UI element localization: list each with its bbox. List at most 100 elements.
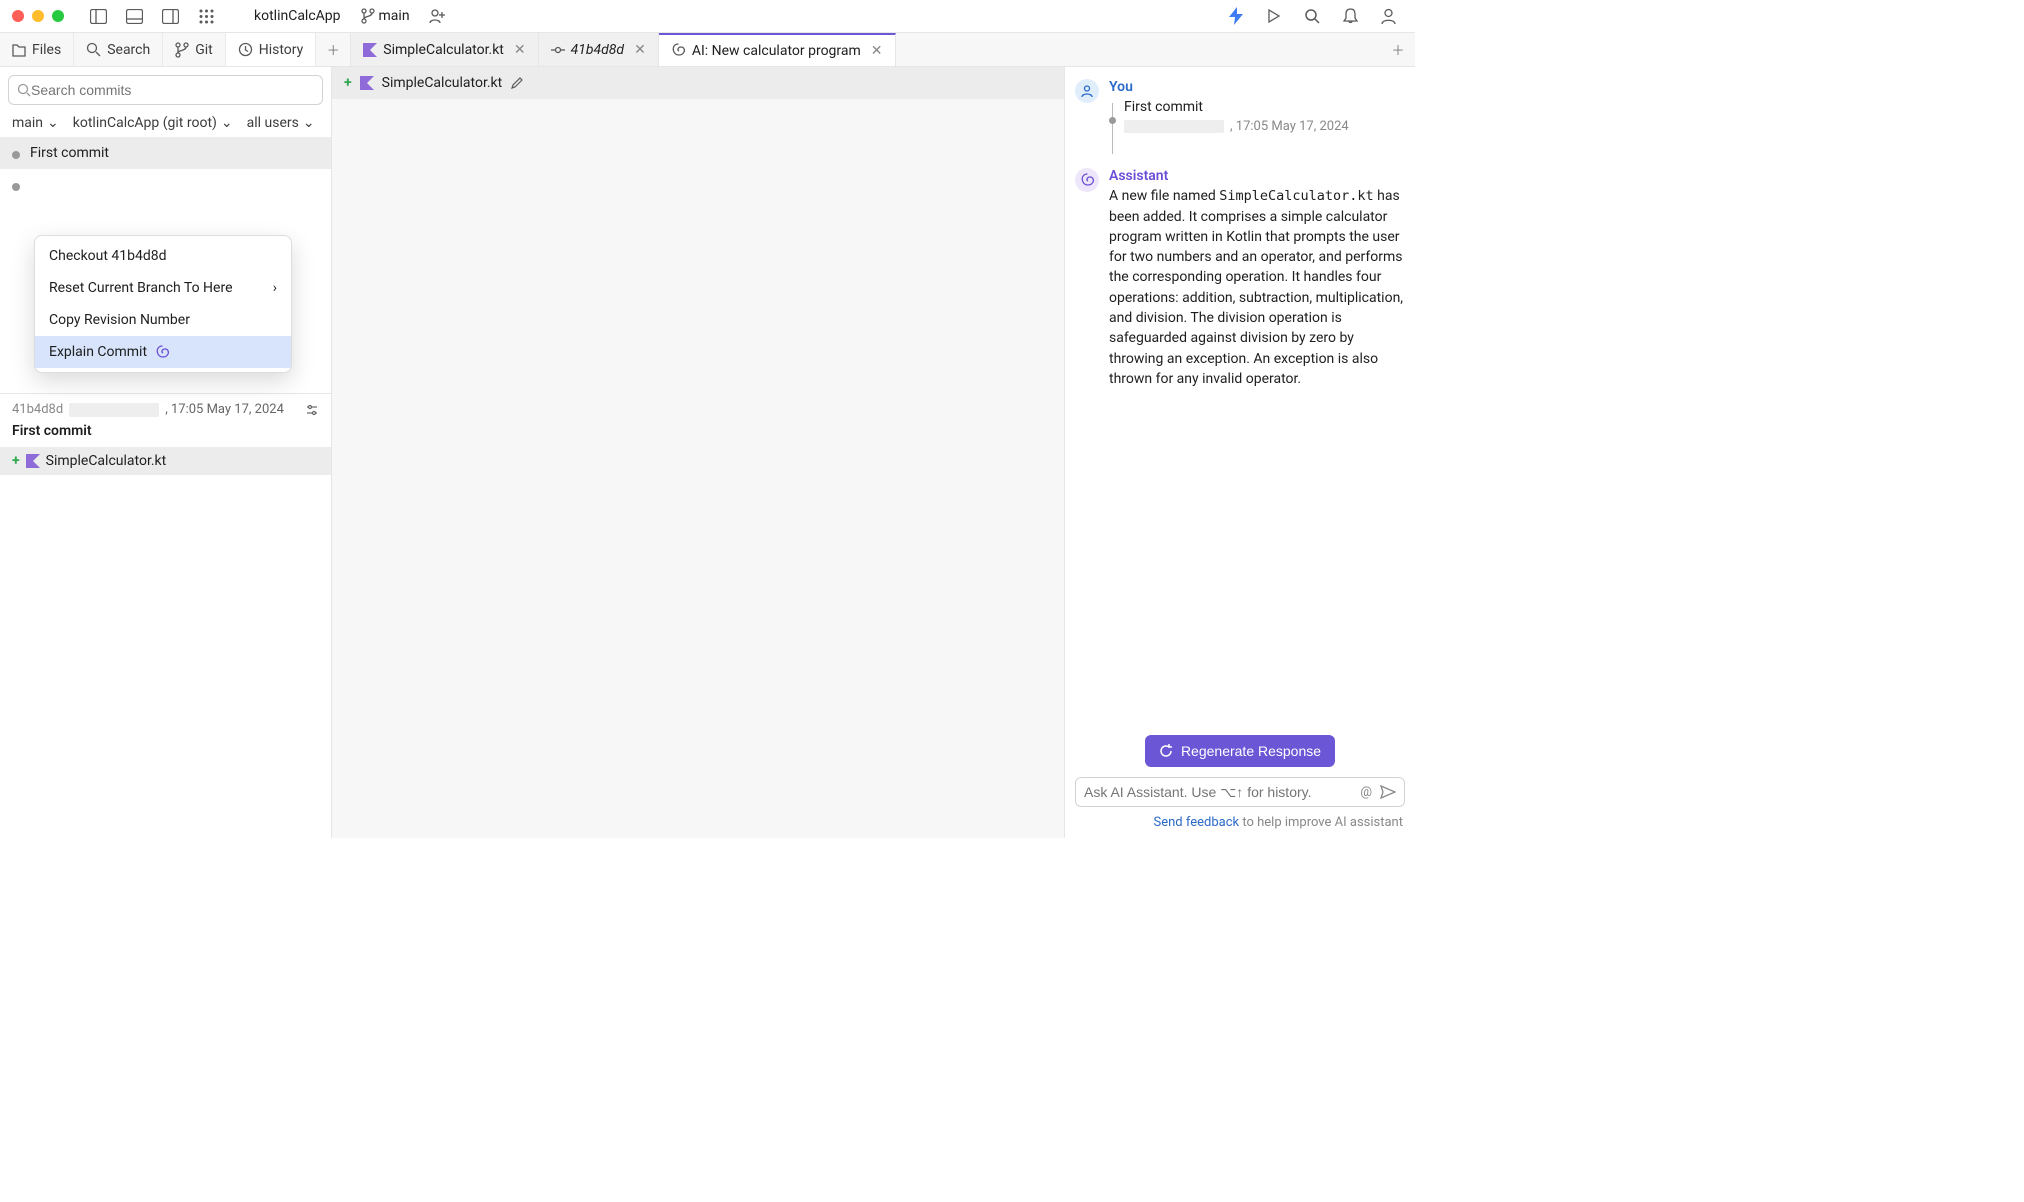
graph-node-icon	[1109, 117, 1116, 124]
editor-tab-file-label: SimpleCalculator.kt	[383, 42, 504, 58]
apps-grid-icon[interactable]	[192, 2, 220, 30]
ai-input-field[interactable]: @	[1075, 777, 1405, 807]
search-everywhere-icon[interactable]	[1297, 2, 1327, 30]
added-icon: +	[344, 75, 352, 91]
close-icon[interactable]: ✕	[510, 42, 526, 58]
ai-input[interactable]	[1084, 784, 1352, 800]
branch-selector[interactable]: main	[355, 8, 416, 24]
root-filter[interactable]: kotlinCalcApp (git root) ⌄	[73, 115, 233, 131]
menu-checkout[interactable]: Checkout 41b4d8d	[35, 240, 291, 272]
chat-message-assistant: Assistant A new file named SimpleCalcula…	[1075, 168, 1405, 389]
ai-swirl-icon	[671, 43, 686, 58]
menu-copy-label: Copy Revision Number	[49, 312, 190, 328]
menu-explain-label: Explain Commit	[49, 344, 147, 360]
window-minimize[interactable]	[32, 10, 44, 22]
search-icon	[17, 83, 31, 97]
commit-message: First commit	[30, 145, 109, 161]
editor-tab-commit[interactable]: 41b4d8d ✕	[539, 33, 659, 66]
tab-files[interactable]: Files	[0, 33, 74, 66]
history-icon	[238, 42, 253, 57]
user-avatar-icon	[1075, 79, 1099, 103]
ai-swirl-icon	[155, 345, 170, 360]
tab-git[interactable]: Git	[163, 33, 226, 66]
commit-list: First commit	[0, 137, 331, 201]
tab-git-label: Git	[195, 42, 213, 58]
author-redacted	[1124, 120, 1224, 133]
send-icon[interactable]	[1380, 785, 1396, 799]
titlebar: kotlinCalcApp main	[0, 0, 1415, 33]
changed-file-row[interactable]: + SimpleCalculator.kt	[0, 447, 331, 475]
search-commits-input[interactable]	[31, 82, 314, 98]
regenerate-label: Regenerate Response	[1181, 743, 1321, 759]
regenerate-button[interactable]: Regenerate Response	[1145, 735, 1335, 767]
tool-window-tabs: Files Search Git History ＋	[0, 33, 351, 66]
graph-node-icon	[12, 151, 20, 159]
kotlin-file-icon	[360, 76, 374, 90]
main-area: main ⌄ kotlinCalcApp (git root) ⌄ all us…	[0, 67, 1415, 838]
editor-tab-ai[interactable]: AI: New calculator program ✕	[659, 33, 896, 66]
you-commit-title: First commit	[1124, 99, 1349, 115]
editor-tab-commit-label: 41b4d8d	[571, 42, 624, 58]
editor-tab-file[interactable]: SimpleCalculator.kt ✕	[351, 33, 538, 66]
traffic-lights	[12, 10, 64, 22]
mention-icon[interactable]: @	[1360, 785, 1372, 800]
commit-details: 41b4d8d , 17:05 May 17, 2024 First commi…	[0, 393, 331, 483]
folder-icon	[12, 42, 26, 58]
window-close[interactable]	[12, 10, 24, 22]
branch-filter[interactable]: main ⌄	[12, 115, 59, 131]
diff-file-header: + SimpleCalculator.kt	[332, 67, 1064, 99]
chat-author-you: You	[1109, 79, 1405, 95]
branch-filter-label: main	[12, 115, 43, 131]
git-branch-icon	[175, 42, 189, 58]
commit-hash: 41b4d8d	[12, 402, 63, 417]
notifications-icon[interactable]	[1335, 2, 1365, 30]
tabs-row: Files Search Git History ＋ SimpleCalcula…	[0, 33, 1415, 67]
add-editor-tab[interactable]: ＋	[1381, 33, 1415, 66]
menu-explain-commit[interactable]: Explain Commit	[35, 336, 291, 368]
add-tool-tab[interactable]: ＋	[316, 33, 350, 66]
menu-copy-revision[interactable]: Copy Revision Number	[35, 304, 291, 336]
menu-reset-label: Reset Current Branch To Here	[49, 280, 233, 296]
ai-bolt-icon[interactable]	[1221, 2, 1251, 30]
search-commits-field[interactable]	[8, 75, 323, 105]
chevron-down-icon: ⌄	[221, 115, 233, 131]
bottom-panel-toggle-icon[interactable]	[120, 2, 148, 30]
commit-row[interactable]: First commit	[0, 137, 331, 169]
ai-assistant-panel: You First commit , 17:05 May 17, 2024	[1065, 67, 1415, 838]
tab-history-label: History	[259, 42, 304, 58]
ai-chat: You First commit , 17:05 May 17, 2024	[1065, 75, 1415, 729]
right-panel-toggle-icon[interactable]	[156, 2, 184, 30]
commit-timestamp: , 17:05 May 17, 2024	[165, 402, 284, 417]
project-name[interactable]: kotlinCalcApp	[248, 8, 347, 24]
commit-row[interactable]	[0, 169, 331, 201]
diff-panel: + SimpleCalculator.kt	[332, 67, 1065, 838]
tab-search[interactable]: Search	[74, 33, 163, 66]
settings-icon[interactable]	[305, 403, 319, 417]
feedback-text: to help improve AI assistant	[1239, 815, 1403, 830]
tab-history[interactable]: History	[226, 33, 317, 66]
branch-icon	[361, 8, 375, 24]
assistant-avatar-icon	[1075, 168, 1099, 192]
editor-tab-ai-label: AI: New calculator program	[692, 43, 861, 59]
chat-author-assistant: Assistant	[1109, 168, 1405, 184]
account-icon[interactable]	[1373, 2, 1403, 30]
menu-reset-branch[interactable]: Reset Current Branch To Here ›	[35, 272, 291, 304]
refresh-icon	[1159, 744, 1173, 758]
close-icon[interactable]: ✕	[630, 42, 646, 58]
added-icon: +	[12, 453, 20, 469]
chevron-down-icon: ⌄	[47, 115, 59, 131]
kotlin-file-icon	[363, 43, 377, 57]
run-icon[interactable]	[1259, 2, 1289, 30]
add-person-icon[interactable]	[424, 2, 452, 30]
close-icon[interactable]: ✕	[867, 43, 883, 59]
chevron-down-icon: ⌄	[303, 115, 315, 131]
menu-checkout-label: Checkout 41b4d8d	[49, 248, 167, 264]
left-panel-toggle-icon[interactable]	[84, 2, 112, 30]
send-feedback-link[interactable]: Send feedback	[1154, 815, 1240, 830]
edit-icon[interactable]	[510, 76, 524, 90]
root-filter-label: kotlinCalcApp (git root)	[73, 115, 217, 131]
user-filter[interactable]: all users ⌄	[247, 115, 315, 131]
assistant-response-text: A new file named SimpleCalculator.kt has…	[1109, 186, 1405, 389]
window-maximize[interactable]	[52, 10, 64, 22]
feedback-line: Send feedback to help improve AI assista…	[1065, 813, 1415, 838]
